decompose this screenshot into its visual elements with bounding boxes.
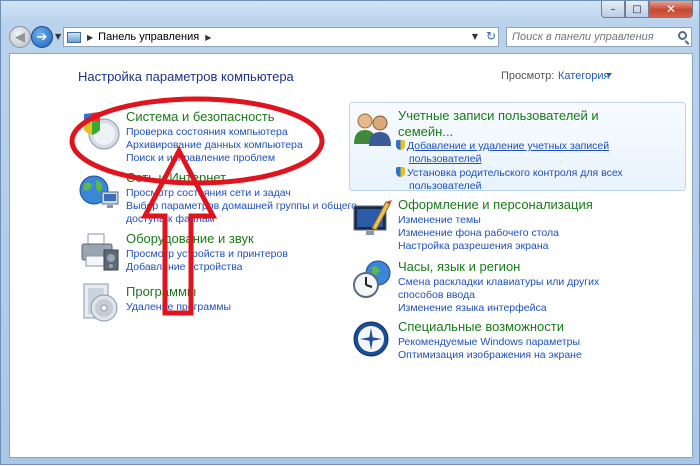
annotation-overlay — [69, 96, 325, 316]
annotation-arrow — [140, 145, 218, 316]
annotation-ellipse — [69, 96, 325, 186]
control-panel-window: – □ ✕ ◀ ➔ ▼ ▶ Панель управления ▶ ▼ ↻ На… — [0, 0, 700, 465]
